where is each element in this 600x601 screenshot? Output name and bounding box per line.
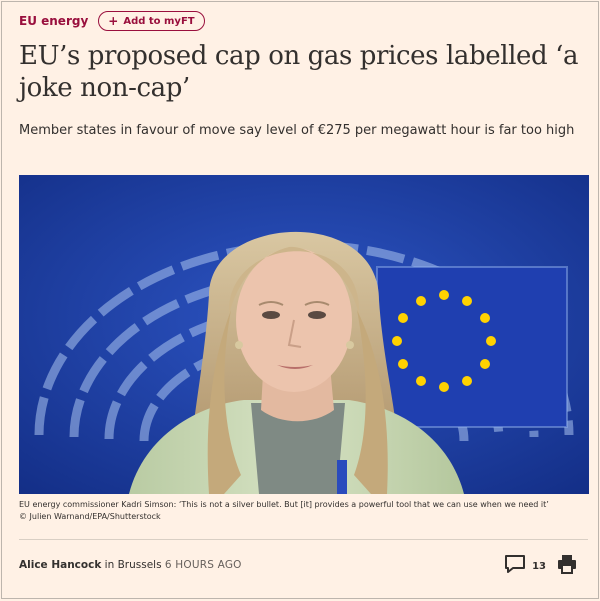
byline-timestamp: 6 HOURS AGO bbox=[164, 559, 242, 571]
image-caption: EU energy commissioner Kadri Simson: ‘Th… bbox=[19, 499, 589, 523]
comment-icon[interactable] bbox=[504, 554, 526, 578]
topic-link-eu-energy[interactable]: EU energy bbox=[19, 14, 88, 28]
byline-author[interactable]: Alice Hancock bbox=[19, 559, 101, 571]
byline-in: in bbox=[101, 559, 118, 571]
hero-image bbox=[19, 175, 589, 494]
print-icon[interactable] bbox=[556, 553, 578, 579]
standfirst: Member states in favour of move say leve… bbox=[19, 123, 575, 138]
article-tools: 13 bbox=[504, 553, 578, 579]
divider bbox=[19, 539, 588, 540]
comment-count[interactable]: 13 bbox=[532, 561, 546, 572]
hero-photo-illustration bbox=[19, 175, 589, 494]
plus-icon: + bbox=[108, 14, 119, 28]
byline: Alice Hancock in Brussels 6 HOURS AGO bbox=[19, 559, 242, 571]
headline: EU’s proposed cap on gas prices labelled… bbox=[19, 41, 579, 103]
byline-location: Brussels bbox=[117, 559, 162, 571]
add-to-myft-button[interactable]: + Add to myFT bbox=[98, 11, 205, 31]
add-to-myft-label: Add to myFT bbox=[123, 15, 195, 27]
topic-row: EU energy + Add to myFT bbox=[19, 11, 205, 31]
caption-text: EU energy commissioner Kadri Simson: ‘Th… bbox=[19, 500, 549, 509]
caption-credit: © Julien Warnand/EPA/Shutterstock bbox=[19, 512, 161, 521]
article-page: EU energy + Add to myFT EU’s proposed ca… bbox=[1, 1, 599, 599]
